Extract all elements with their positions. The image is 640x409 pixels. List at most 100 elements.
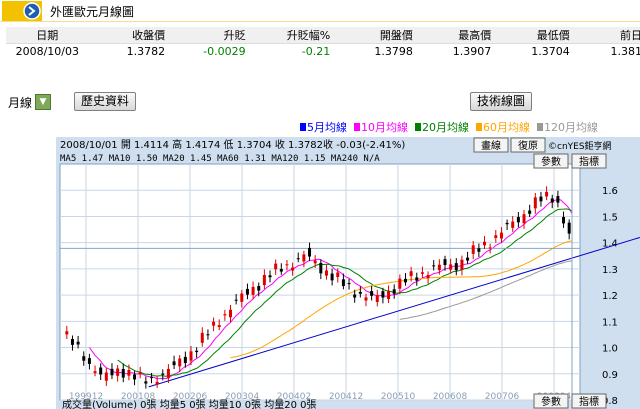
- candle-body: [392, 289, 396, 294]
- candle-body: [499, 232, 503, 239]
- candle-body: [212, 321, 216, 326]
- candle-body: [460, 259, 464, 270]
- candle-body: [155, 381, 159, 385]
- value-change-pct: -0.21: [249, 43, 335, 60]
- candle-body: [110, 368, 114, 376]
- legend-item-ma60: 60月均線: [476, 120, 530, 134]
- value-low: 1.3704: [495, 43, 574, 60]
- ma-info: MA5 1.47 MA10 1.50 MA20 1.45 MA60 1.31 M…: [60, 154, 380, 164]
- candlestick-chart[interactable]: 0.80.91.01.11.21.31.41.51.6 199912 200108…: [56, 137, 640, 409]
- history-data-button[interactable]: 歷史資料: [74, 92, 137, 111]
- candle-body: [528, 210, 532, 214]
- candle-body: [240, 293, 244, 302]
- header-date: 日期: [6, 27, 89, 44]
- candle-body: [268, 275, 272, 278]
- header-open: 開盤價: [334, 27, 417, 44]
- legend-swatch: [537, 123, 543, 131]
- candle-body: [370, 291, 374, 296]
- header-change-pct: 升貶幅%: [249, 27, 335, 44]
- candle-body: [178, 358, 182, 367]
- candle-body: [454, 263, 458, 271]
- candle-body: [245, 288, 249, 295]
- x-tick-label: 200608: [433, 392, 468, 402]
- y-axis: 0.80.91.01.11.21.31.41.51.6: [602, 186, 618, 407]
- value-close: 1.3782: [88, 43, 170, 60]
- indicator-button[interactable]: 指標: [571, 153, 607, 169]
- candle-body: [99, 367, 103, 375]
- candle-body: [223, 314, 227, 316]
- svg-text:復原: 復原: [518, 139, 538, 152]
- legend-item-ma10: 10月均線: [354, 120, 408, 134]
- svg-text:參數: 參數: [541, 395, 561, 408]
- candle-body: [533, 197, 537, 209]
- y-tick-label: 1.6: [602, 186, 618, 197]
- params-button[interactable]: 參數: [533, 153, 569, 169]
- legend-item-ma5: 5月均線: [300, 120, 347, 134]
- params-button-volume[interactable]: 參數: [533, 393, 569, 409]
- back-arrow-icon[interactable]: [2, 1, 42, 21]
- candle-body: [121, 368, 125, 378]
- candle-body: [477, 248, 481, 252]
- candle-body: [443, 259, 447, 265]
- page-title: 外匯歐元月線圖: [50, 5, 135, 19]
- ma-legend: 5月均線 10月均線 20月均線 60月均線 120月均線: [300, 120, 605, 134]
- candle-body: [511, 221, 515, 228]
- legend-item-ma120: 120月均線: [537, 120, 598, 134]
- volume-info: 成交量(Volume) 0張 均量5 0張 均量10 0張 均量20 0張: [62, 398, 317, 409]
- candle-body: [319, 262, 323, 274]
- value-prev: 1.381: [573, 43, 640, 60]
- candle-body: [387, 291, 391, 300]
- legend-label: 10月均線: [361, 121, 408, 134]
- candle-body: [279, 269, 283, 272]
- header-close: 收盤價: [88, 27, 170, 44]
- draw-line-button[interactable]: 畫線: [473, 137, 509, 153]
- candle-body: [483, 241, 487, 246]
- y-tick-label: 1.0: [602, 344, 618, 355]
- y-tick-label: 1.1: [602, 317, 618, 328]
- tech-chart-button[interactable]: 技術線圖: [470, 92, 533, 111]
- candle-body: [556, 196, 560, 203]
- candle-body: [251, 286, 255, 295]
- legend-swatch: [300, 123, 306, 131]
- candle-body: [522, 214, 526, 224]
- chart-frame: 0.8 0.9 1.0 1.1 1.2 1.3 1.4 1.5 1.6 199912 200108…: [56, 137, 640, 409]
- value-date: 2008/10/03: [6, 43, 89, 60]
- legend-label: 20月均線: [422, 121, 469, 134]
- y-tick-label: 0.9: [602, 370, 618, 381]
- chevron-down-icon[interactable]: ▼: [35, 94, 52, 110]
- x-tick-label: 200510: [381, 392, 416, 402]
- candle-body: [200, 332, 204, 343]
- candle-body: [330, 273, 334, 281]
- quote-table: 日期 收盤價 升貶 升貶幅% 開盤價 最高價 最低價 前日 2008/10/03…: [6, 27, 640, 60]
- candle-body: [539, 196, 543, 202]
- indicator-button-volume[interactable]: 指標: [571, 393, 607, 409]
- candle-body: [471, 245, 475, 254]
- candle-body: [341, 279, 345, 287]
- candle-body: [76, 341, 80, 345]
- period-select[interactable]: 月線 ▼: [8, 93, 52, 111]
- candle-body: [296, 258, 300, 260]
- candle-body: [195, 350, 199, 353]
- candle-body: [415, 277, 419, 281]
- candle-body: [324, 270, 328, 276]
- svg-text:指標: 指標: [579, 395, 599, 408]
- candle-body: [358, 291, 362, 294]
- candle-body: [375, 295, 379, 302]
- legend-label: 120月均線: [544, 121, 598, 134]
- candle-body: [133, 374, 137, 380]
- candle-body: [403, 278, 407, 283]
- candle-body: [104, 372, 108, 381]
- quote-value-row: 2008/10/03 1.3782 -0.0029 -0.21 1.3798 1…: [6, 43, 640, 60]
- candle-body: [562, 217, 566, 224]
- candle-body: [172, 361, 176, 366]
- restore-button[interactable]: 復原: [510, 137, 546, 153]
- legend-label: 60月均線: [483, 121, 530, 134]
- y-tick-label: 1.2: [602, 291, 618, 302]
- svg-text:畫線: 畫線: [481, 139, 501, 152]
- candle-body: [206, 334, 210, 336]
- candle-body: [426, 275, 430, 279]
- candle-body: [449, 264, 453, 270]
- candle-body: [494, 235, 498, 238]
- title-bar: 外匯歐元月線圖: [0, 0, 640, 22]
- candle-body: [144, 381, 148, 384]
